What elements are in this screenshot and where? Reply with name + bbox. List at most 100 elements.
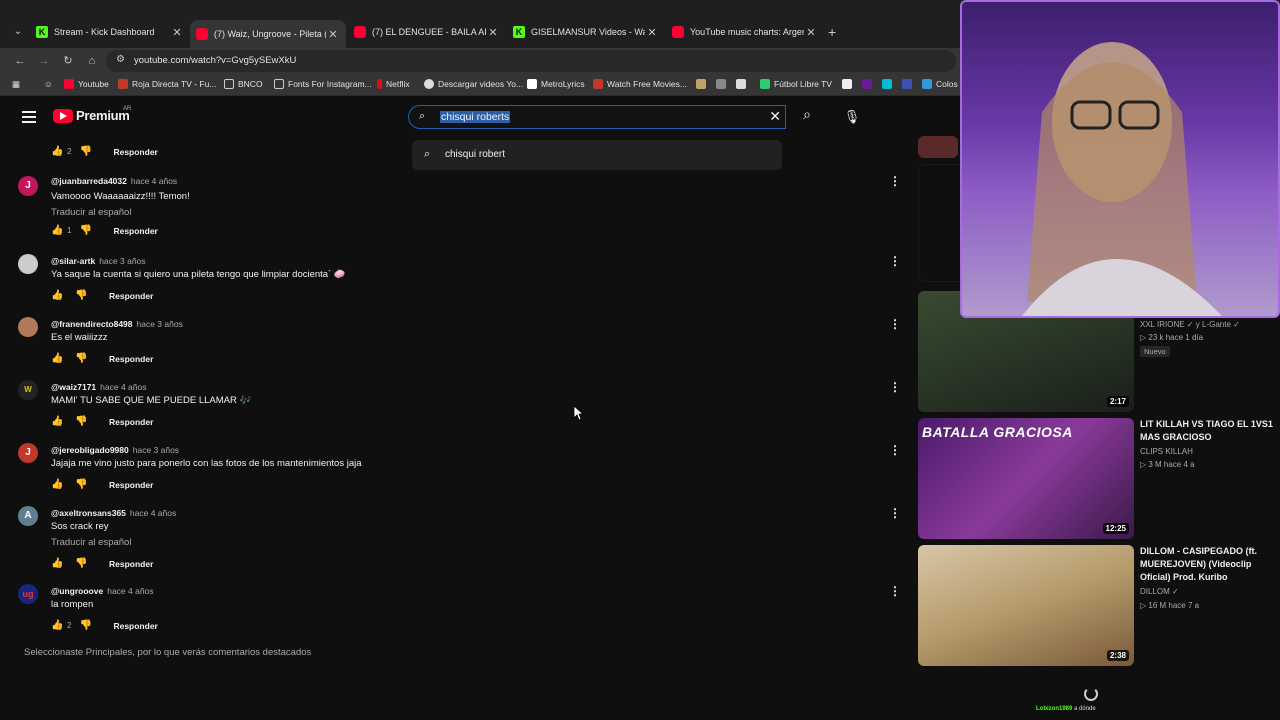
comment-time[interactable]: hace 4 años <box>131 176 177 186</box>
apps-icon[interactable]: ▦ <box>12 79 20 90</box>
home-icon[interactable]: ⌂ <box>84 53 100 69</box>
bookmark-netflix[interactable]: Netflix <box>377 79 410 89</box>
url-field[interactable]: ⚙ youtube.com/watch?v=Gvg5ySEwXkU <box>106 50 956 72</box>
tab-youtube-charts[interactable]: YouTube music charts: Argentin ✕ <box>672 22 818 42</box>
comment-time[interactable]: hace 4 años <box>100 382 146 392</box>
bookmark-watch-free[interactable]: Watch Free Movies... <box>593 79 687 89</box>
search-button[interactable]: ⌕ <box>792 106 822 128</box>
youtube-logo[interactable]: Premium AR <box>53 106 131 123</box>
tab-giselmansur[interactable]: K GISELMANSUR Videos - Watch ✕ <box>513 22 659 42</box>
comment-author[interactable]: @franendirecto8498 <box>51 319 133 329</box>
search-suggestion[interactable]: ⌕ chisqui robert <box>412 140 782 170</box>
avatar[interactable] <box>18 317 38 337</box>
channel-name[interactable]: XXL IRIONE ✓ y L-Gante ✓ <box>1140 320 1240 329</box>
dislike-icon[interactable]: 👎 <box>75 353 87 364</box>
bookmark-colos[interactable]: Colos <box>922 79 958 89</box>
bookmark-youtube[interactable]: Youtube <box>64 79 109 89</box>
dislike-icon[interactable]: 👎 <box>75 558 87 569</box>
video-thumbnail[interactable] <box>918 136 958 158</box>
bookmark-icon-2[interactable] <box>716 79 730 89</box>
reply-button[interactable]: Responder <box>109 417 153 427</box>
reply-button[interactable]: Responder <box>109 354 153 364</box>
video-thumbnail[interactable]: 2:38 <box>918 545 1134 666</box>
site-info-icon[interactable]: ⚙ <box>116 54 125 65</box>
reload-icon[interactable]: ↻ <box>60 53 76 69</box>
comment-time[interactable]: hace 3 años <box>133 445 179 455</box>
like-icon[interactable]: 👍 <box>51 146 63 157</box>
bookmark-fonts[interactable]: Fonts For Instagram... <box>274 79 372 89</box>
dislike-icon[interactable]: 👎 <box>79 225 91 236</box>
tab-el-denguee[interactable]: (7) EL DENGUEE - BAILA APRET ✕ <box>354 22 500 42</box>
channel-name[interactable]: DILLOM ✓ <box>1140 587 1179 596</box>
avatar[interactable]: J <box>18 176 38 196</box>
comment-author[interactable]: @jereobligado9980 <box>51 445 129 455</box>
bookmark-icon-6[interactable] <box>882 79 896 89</box>
like-icon[interactable]: 👍 <box>51 620 63 631</box>
tab-waiz-pileta[interactable]: (7) Waiz, Ungroove - Pileta (Vi ✕ <box>190 20 346 48</box>
translate-link[interactable]: Traducir al español <box>51 207 131 218</box>
more-options-icon[interactable]: ⋮ <box>889 380 901 394</box>
close-tab-icon[interactable]: ✕ <box>486 26 500 39</box>
reply-button[interactable]: Responder <box>109 559 153 569</box>
video-title[interactable]: LIT KILLAH VS TIAGO EL 1VS1 MAS GRACIOSO <box>1140 418 1275 444</box>
avatar[interactable]: ug <box>18 584 38 604</box>
microphone-icon[interactable]: 🎙 <box>838 104 866 130</box>
menu-icon[interactable] <box>22 111 36 123</box>
search-input[interactable]: ⌕ chisqui roberts ✕ <box>408 105 786 129</box>
bookmark-roja-directa[interactable]: Roja Directa TV - Fu... <box>118 79 216 89</box>
bookmark-icon-1[interactable] <box>696 79 710 89</box>
tab-kick-dashboard[interactable]: K Stream - Kick Dashboard ✕ <box>36 22 184 42</box>
comment-time[interactable]: hace 4 años <box>130 508 176 518</box>
video-title[interactable]: DILLOM - CASIPEGADO (ft. MUEREJOVEN) (Vi… <box>1140 545 1275 584</box>
bookmark-icon-3[interactable] <box>736 79 750 89</box>
like-icon[interactable]: 👍 <box>51 290 63 301</box>
avatar[interactable]: W <box>18 380 38 400</box>
reply-button[interactable]: Responder <box>109 480 153 490</box>
close-tab-icon[interactable]: ✕ <box>645 26 659 39</box>
translate-link[interactable]: Traducir al español <box>51 537 131 548</box>
comment-author[interactable]: @silar-artk <box>51 256 95 266</box>
reply-button[interactable]: Responder <box>109 291 153 301</box>
like-icon[interactable]: 👍 <box>51 225 63 236</box>
more-options-icon[interactable]: ⋮ <box>889 584 901 598</box>
forward-icon[interactable]: → <box>36 53 52 69</box>
comment-time[interactable]: hace 4 años <box>107 586 153 596</box>
more-options-icon[interactable]: ⋮ <box>889 254 901 268</box>
dislike-icon[interactable]: 👎 <box>79 146 91 157</box>
like-icon[interactable]: 👍 <box>51 479 63 490</box>
avatar[interactable] <box>18 254 38 274</box>
bookmark-bnco[interactable]: BNCO <box>224 79 263 89</box>
bookmark-icon-5[interactable] <box>862 79 876 89</box>
dislike-icon[interactable]: 👎 <box>75 290 87 301</box>
like-icon[interactable]: 👍 <box>51 353 63 364</box>
comment-author[interactable]: @ungrooove <box>51 586 103 596</box>
close-tab-icon[interactable]: ✕ <box>804 26 818 39</box>
close-tab-icon[interactable]: ✕ <box>170 26 184 39</box>
avatar[interactable]: J <box>18 443 38 463</box>
bookmark-futbol-libre[interactable]: Fútbol Libre TV <box>760 79 832 89</box>
comment-time[interactable]: hace 3 años <box>137 319 183 329</box>
more-options-icon[interactable]: ⋮ <box>889 317 901 331</box>
bookmark-icon-7[interactable] <box>902 79 916 89</box>
bookmark-icon-4[interactable] <box>842 79 856 89</box>
reply-button[interactable]: Responder <box>113 147 157 157</box>
video-thumbnail[interactable]: BATALLA GRACIOSA 12:25 <box>918 418 1134 539</box>
bookmark-descargar[interactable]: Descargar videos Yo... <box>424 79 523 89</box>
more-options-icon[interactable]: ⋮ <box>889 443 901 457</box>
dislike-icon[interactable]: 👎 <box>75 479 87 490</box>
reply-button[interactable]: Responder <box>113 621 157 631</box>
comment-author[interactable]: @juanbarreda4032 <box>51 176 127 186</box>
comment-time[interactable]: hace 3 años <box>99 256 145 266</box>
dislike-icon[interactable]: 👎 <box>79 620 91 631</box>
clear-search-icon[interactable]: ✕ <box>769 108 781 125</box>
emoji-bookmark-icon[interactable]: ☺ <box>44 79 53 89</box>
dislike-icon[interactable]: 👎 <box>75 416 87 427</box>
new-tab-icon[interactable]: + <box>828 24 836 40</box>
more-options-icon[interactable]: ⋮ <box>889 174 901 188</box>
bookmark-metrolyrics[interactable]: MetroLyrics <box>527 79 585 89</box>
avatar[interactable]: A <box>18 506 38 526</box>
more-options-icon[interactable]: ⋮ <box>889 506 901 520</box>
channel-name[interactable]: CLIPS KILLAH <box>1140 447 1193 456</box>
reply-button[interactable]: Responder <box>113 226 157 236</box>
like-icon[interactable]: 👍 <box>51 416 63 427</box>
